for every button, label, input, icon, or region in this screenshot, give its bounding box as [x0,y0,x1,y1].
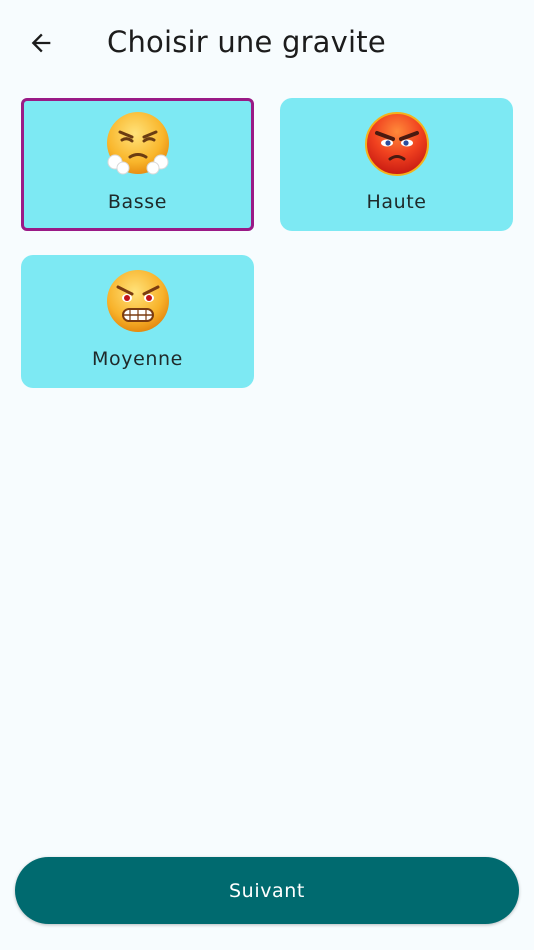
severity-option-basse[interactable]: Basse [21,98,254,231]
steam-from-nose-face-icon [106,112,169,175]
back-button[interactable] [18,22,64,64]
red-angry-face-icon [364,112,429,176]
severity-option-label: Haute [366,191,427,213]
next-button[interactable]: Suivant [15,857,519,924]
grimacing-angry-face-icon [106,270,169,332]
severity-option-label: Basse [107,191,168,213]
severity-option-label: Moyenne [92,348,183,370]
app-bar: Choisir une gravite [0,0,534,86]
severity-option-haute[interactable]: Haute [280,98,513,231]
arrow-left-icon [31,33,51,53]
severity-option-moyenne[interactable]: Moyenne [21,255,254,388]
page-title: Choisir une gravite [107,25,386,59]
